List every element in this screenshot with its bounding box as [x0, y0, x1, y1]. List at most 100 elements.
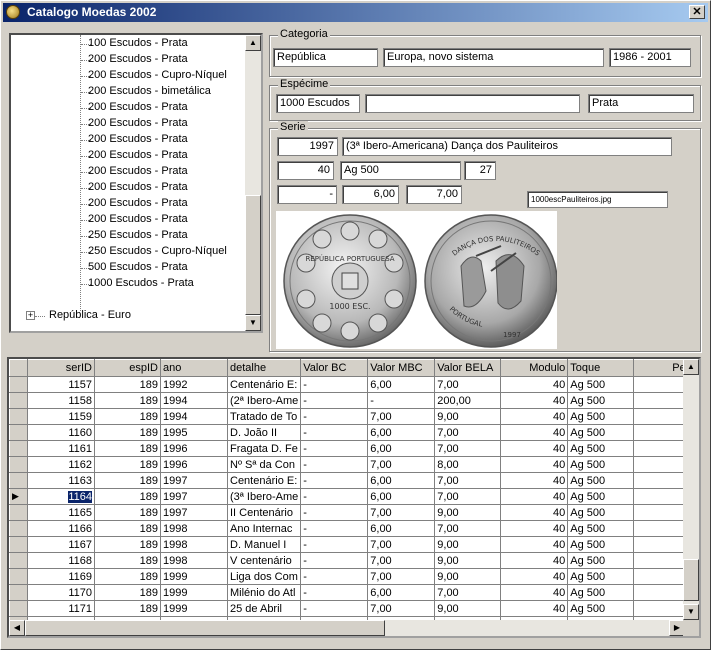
table-cell[interactable]: - [300, 424, 369, 441]
table-cell[interactable]: 1999 [160, 584, 228, 601]
row-selector[interactable] [9, 392, 28, 409]
table-cell[interactable]: Ag 500 [567, 520, 635, 537]
table-cell[interactable]: 189 [94, 504, 161, 521]
column-header[interactable]: Valor MBC [367, 359, 436, 377]
tree-scroll-thumb[interactable] [245, 195, 261, 315]
table-cell[interactable]: 7,00 [367, 536, 436, 553]
table-cell[interactable]: 1998 [160, 520, 228, 537]
table-cell[interactable]: 200,00 [434, 392, 502, 409]
serie-valor-bc-field[interactable]: - [277, 185, 337, 204]
column-header[interactable]: Valor BELA [434, 359, 502, 377]
table-cell[interactable]: 1997 [160, 472, 228, 489]
table-cell[interactable]: 6,00 [367, 424, 436, 441]
table-cell[interactable]: 40 [500, 536, 569, 553]
tree-item[interactable]: 500 Escudos - Prata [11, 260, 247, 276]
table-cell[interactable]: 1165 [27, 504, 95, 521]
table-cell[interactable]: 189 [94, 472, 161, 489]
table-cell[interactable]: 189 [94, 456, 161, 473]
table-row[interactable]: 1158 189 1994 (2ª Ibero-Ame - -200,00 40 Ag 500… [9, 392, 695, 409]
table-cell[interactable]: 40 [500, 408, 569, 425]
title-bar[interactable]: Catalogo Moedas 2002 ✕ [3, 3, 708, 22]
categoria-sistema-field[interactable]: Europa, novo sistema [383, 48, 604, 67]
grid-vscroll-thumb[interactable] [683, 559, 699, 601]
expand-plus-icon[interactable]: + [26, 311, 35, 320]
table-row[interactable]: 1168 189 1998 V centenário -7,00 9,00 40 Ag 500… [9, 552, 695, 569]
table-cell[interactable]: D. Manuel I [227, 536, 302, 553]
table-row[interactable]: 1171189199925 de Abril-7,009,0040Ag 5002 [9, 600, 695, 617]
table-cell[interactable]: - [300, 488, 369, 505]
serie-ano-field[interactable]: 1997 [277, 137, 338, 156]
table-cell[interactable]: - [300, 408, 369, 425]
table-cell[interactable]: - [300, 472, 369, 489]
table-row[interactable]: 1163 189 1997 Centenário E: -6,00 7,00 40 Ag 50… [9, 472, 695, 489]
table-cell[interactable]: 189 [94, 536, 161, 553]
table-cell[interactable]: 1171 [27, 600, 95, 617]
especime-descricao-field[interactable] [365, 94, 580, 113]
table-cell[interactable]: 189 [94, 424, 161, 441]
table-cell[interactable]: Tratado de To [227, 408, 302, 425]
table-cell[interactable]: 1160 [27, 424, 95, 441]
serie-descricao-field[interactable]: (3ª Ibero-Americana) Dança dos Pauliteir… [342, 137, 672, 156]
table-cell[interactable]: D. João II [227, 424, 302, 441]
table-cell[interactable]: 9,00 [434, 552, 502, 569]
tree-item[interactable]: 250 Escudos - Prata [11, 228, 247, 244]
table-cell[interactable]: 1167 [27, 536, 95, 553]
serie-liga-field[interactable]: Ag 500 [340, 161, 461, 180]
categoria-regime-field[interactable]: República [273, 48, 378, 67]
row-selector[interactable] [9, 552, 28, 569]
table-cell[interactable]: Ag 500 [567, 472, 635, 489]
column-header[interactable]: detalhe [226, 359, 302, 377]
table-cell[interactable]: 7,00 [434, 472, 502, 489]
table-cell[interactable]: 40 [500, 568, 569, 585]
table-row[interactable]: 1161 189 1996 Fragata D. Fe -6,00 7,00 40 Ag 50… [9, 440, 695, 457]
row-selector[interactable] [9, 440, 28, 457]
scroll-up-arrow-icon[interactable]: ▲ [245, 35, 261, 51]
table-cell[interactable]: 7,00 [367, 600, 436, 617]
table-cell[interactable]: Ag 500 [567, 392, 635, 409]
table-cell[interactable]: 40 [500, 440, 569, 457]
table-cell[interactable]: 40 [500, 584, 569, 601]
row-selector[interactable] [9, 504, 28, 521]
table-cell[interactable]: 1998 [160, 552, 228, 569]
row-selector[interactable] [9, 568, 28, 585]
tree-item[interactable]: 200 Escudos - Prata [11, 164, 247, 180]
table-cell[interactable]: 1995 [160, 424, 228, 441]
table-cell[interactable]: 1168 [27, 552, 95, 569]
table-cell[interactable]: 40 [500, 488, 569, 505]
serie-peso-field[interactable]: 27 [464, 161, 496, 180]
table-cell[interactable]: 1999 [160, 568, 228, 585]
tree-item[interactable]: 200 Escudos - Prata [11, 212, 247, 228]
table-cell[interactable]: 40 [500, 424, 569, 441]
row-selector[interactable] [9, 376, 28, 393]
table-cell[interactable]: 1997 [160, 488, 228, 505]
table-cell[interactable]: 1170 [27, 584, 95, 601]
table-cell[interactable]: 1166 [27, 520, 95, 537]
table-cell[interactable]: 189 [94, 488, 161, 505]
table-row[interactable]: 1159 189 1994 Tratado de To -7,00 9,00 40 Ag 50… [9, 408, 695, 425]
table-row[interactable]: ▶ 1164 189 1997 (3ª Ibero-Ame -6,00 7,00 40 Ag 5… [9, 488, 695, 505]
tree-vertical-scrollbar[interactable]: ▲ ▼ [245, 35, 261, 331]
table-cell[interactable]: 9,00 [434, 536, 502, 553]
table-cell[interactable]: - [300, 520, 369, 537]
grid-scroll-up-arrow-icon[interactable]: ▲ [683, 359, 699, 375]
table-cell[interactable]: 1996 [160, 456, 228, 473]
table-cell[interactable]: 6,00 [367, 584, 436, 601]
tree-item[interactable]: 200 Escudos - Prata [11, 116, 247, 132]
row-selector[interactable] [9, 536, 28, 553]
table-cell[interactable]: 1157 [27, 376, 95, 393]
especime-metal-field[interactable]: Prata [588, 94, 694, 113]
serie-valor-mbc-field[interactable]: 6,00 [342, 185, 399, 204]
table-cell[interactable]: II Centenário [227, 504, 302, 521]
table-cell[interactable]: 6,00 [367, 376, 436, 393]
column-header[interactable]: serID [27, 359, 95, 377]
grid-hscroll-thumb[interactable] [25, 620, 385, 636]
table-cell[interactable]: Ag 500 [567, 536, 635, 553]
row-selector[interactable] [9, 424, 28, 441]
table-cell[interactable]: Fragata D. Fe [227, 440, 302, 457]
table-cell[interactable]: 6,00 [367, 472, 436, 489]
row-selector[interactable] [9, 600, 28, 617]
serie-diametro-field[interactable]: 40 [277, 161, 334, 180]
column-header[interactable]: espID [94, 359, 161, 377]
table-row[interactable]: 1166 189 1998 Ano Internac -6,00 7,00 40 Ag 500… [9, 520, 695, 537]
close-button[interactable]: ✕ [689, 5, 705, 19]
